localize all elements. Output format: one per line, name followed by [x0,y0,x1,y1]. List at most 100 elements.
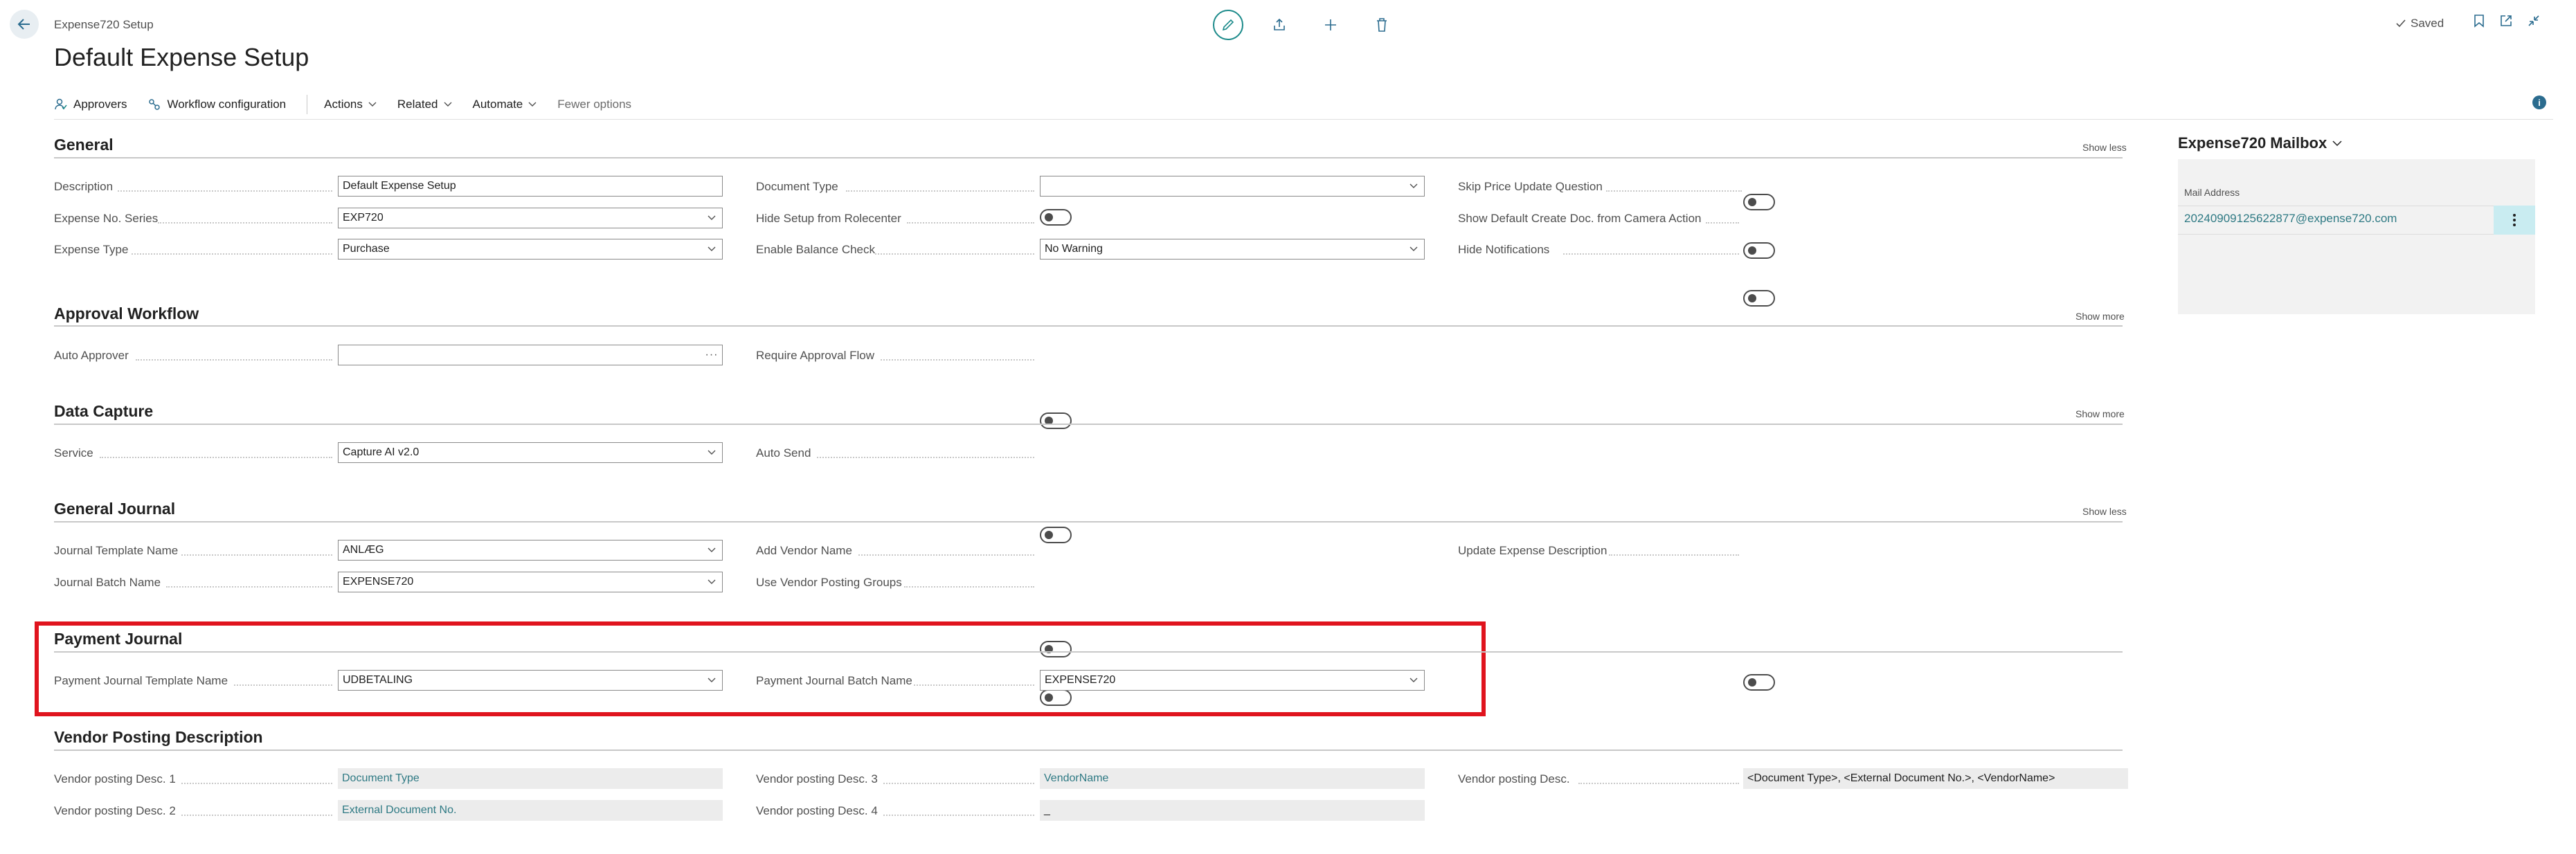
skip-price-toggle[interactable] [1743,194,1775,210]
workflow-configuration-action[interactable]: Workflow configuration [147,98,286,111]
chevron-down-icon [708,678,716,682]
general-show-less[interactable]: Show less [2082,142,2127,153]
chevron-down-icon [708,246,716,251]
description-input[interactable]: Default Expense Setup [338,176,723,197]
payment-template-select[interactable]: UDBETALING [338,670,723,691]
expense-type-value: Purchase [343,243,390,255]
payment-template-value: UDBETALING [343,674,413,686]
section-divider [54,651,2123,653]
hide-notifications-label: Hide Notifications [1458,243,1550,256]
chevron-down-icon [368,102,377,107]
vendor-desc-value: <Document Type>, <External Document No.>… [1743,768,2128,789]
journal-batch-select[interactable]: EXPENSE720 [338,572,723,592]
share-button[interactable] [1264,10,1295,40]
payment-batch-select[interactable]: EXPENSE720 [1040,670,1425,691]
leader-dots [904,585,1034,588]
add-vendor-name-label: Add Vendor Name [756,544,852,557]
hide-setup-toggle[interactable] [1040,209,1072,226]
auto-send-toggle[interactable] [1040,527,1072,543]
vendor-desc-1-value[interactable]: Document Type [338,768,723,789]
approvers-label: Approvers [73,98,127,111]
chevron-down-icon [708,450,716,455]
leader-dots [181,554,332,556]
vendor-desc-2-value[interactable]: External Document No. [338,800,723,821]
chevron-down-icon [1409,246,1418,251]
action-bar: Approvers Workflow configuration Actions… [54,91,652,118]
chevron-down-icon [444,102,451,107]
leader-dots [914,684,1034,686]
show-default-toggle[interactable] [1743,242,1775,259]
hide-notifications-toggle[interactable] [1743,290,1775,307]
auto-approver-label: Auto Approver [54,349,129,362]
collapse-button[interactable] [2527,14,2541,31]
actions-label: Actions [324,98,363,111]
delete-button[interactable] [1367,10,1397,40]
page-title: Default Expense Setup [54,43,309,71]
new-button[interactable] [1315,10,1346,40]
chevron-down-icon [2332,140,2342,146]
leader-dots [181,814,332,816]
enable-balance-select[interactable]: No Warning [1040,239,1425,260]
workflow-icon [149,99,161,110]
leader-dots [858,554,1034,556]
check-icon [2396,19,2406,28]
skip-price-label: Skip Price Update Question [1458,180,1603,193]
chevron-down-icon [708,215,716,220]
share-icon [1274,18,1285,30]
record-toolbar [1213,10,1397,40]
mail-address-value[interactable]: 20240909125622877@expense720.com [2184,212,2397,226]
general-journal-show-less[interactable]: Show less [2082,506,2127,517]
back-button[interactable] [10,10,39,39]
service-label: Service [54,446,93,460]
vendor-desc-3-value[interactable]: VendorName [1040,768,1425,789]
payment-template-label: Payment Journal Template Name [54,674,228,687]
vendor-desc-2-label: Vendor posting Desc. 2 [54,804,176,817]
journal-template-value: ANLÆG [343,544,384,556]
bookmark-button[interactable] [2473,14,2485,31]
update-expense-description-toggle[interactable] [1743,674,1775,691]
edit-button[interactable] [1213,10,1243,40]
section-title-data-capture: Data Capture [54,402,154,420]
factbox-title-label: Expense720 Mailbox [2178,134,2327,152]
open-new-window-button[interactable] [2499,14,2513,31]
document-type-select[interactable] [1040,176,1425,197]
document-type-label: Document Type [756,180,838,193]
expense-type-select[interactable]: Purchase [338,239,723,260]
section-title-general-journal: General Journal [54,500,176,518]
journal-batch-label: Journal Batch Name [54,576,161,589]
vendor-desc-4-label: Vendor posting Desc. 4 [756,804,878,817]
require-approval-flow-toggle[interactable] [1040,412,1072,429]
factbox-title[interactable]: Expense720 Mailbox [2178,134,2342,152]
lookup-ellipsis-icon[interactable]: ··· [701,349,722,361]
service-select[interactable]: Capture AI v2.0 [338,442,723,463]
vendor-desc-label: Vendor posting Desc. [1458,772,1570,785]
related-menu[interactable]: Related [397,98,452,111]
chevron-down-icon [1409,678,1418,682]
leader-dots [1706,221,1739,224]
automate-menu[interactable]: Automate [473,98,537,111]
section-divider [54,749,2123,751]
leader-dots [100,456,332,458]
fewer-options-link[interactable]: Fewer options [557,98,631,111]
approvers-action[interactable]: Approvers [54,98,127,111]
journal-template-select[interactable]: ANLÆG [338,540,723,561]
leader-dots [132,253,332,255]
capture-show-more[interactable]: Show more [2075,408,2125,419]
approval-show-more[interactable]: Show more [2075,311,2125,322]
payment-batch-value: EXPENSE720 [1045,674,1116,686]
section-title-approval-workflow: Approval Workflow [54,305,199,322]
description-label: Description [54,180,114,193]
leader-dots [907,221,1034,224]
info-icon[interactable]: i [2532,96,2546,109]
vendor-desc-4-value[interactable]: _ [1040,800,1425,821]
auto-approver-lookup[interactable]: ··· [338,345,723,365]
open-new-icon [2501,15,2512,26]
actions-menu[interactable]: Actions [324,98,377,111]
auto-send-label: Auto Send [756,446,811,460]
chevron-down-icon [528,102,537,107]
row-actions-button[interactable] [2494,206,2535,235]
description-value: Default Expense Setup [343,180,456,192]
expense-no-series-select[interactable]: EXP720 [338,208,723,228]
journal-template-label: Journal Template Name [54,544,179,557]
service-value: Capture AI v2.0 [343,446,420,458]
